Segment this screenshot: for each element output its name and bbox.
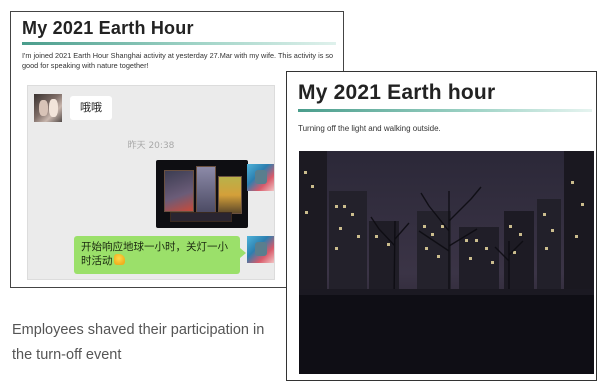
title-underline: [298, 109, 592, 112]
image-caption: Employees shaved their participation in …: [12, 322, 265, 363]
incoming-message-bubble: 哦哦: [70, 96, 112, 120]
chat-timestamp: 昨天 20:38: [127, 141, 175, 151]
outgoing-message-text: 开始响应地球一小时，关灯一小时活动: [81, 241, 228, 267]
thumbs-up-emoji-icon: [113, 254, 125, 265]
photo-message-thumbnail: [156, 160, 248, 228]
user-avatar: [247, 164, 274, 191]
title-underline: [22, 42, 336, 45]
post-description: Turning off the light and walking outsid…: [298, 124, 441, 133]
contact-avatar: [34, 94, 62, 122]
earth-hour-post-card-right: My 2021 Earth hour Turning off the light…: [286, 71, 597, 381]
post-title: My 2021 Earth hour: [298, 81, 496, 104]
user-avatar: [247, 236, 274, 263]
post-title: My 2021 Earth Hour: [22, 18, 194, 38]
post-description: I'm joined 2021 Earth Hour Shanghai acti…: [22, 51, 334, 70]
chat-screenshot: 哦哦 昨天 20:38 开始响应地球一小时，关灯一小时活动: [27, 85, 275, 280]
night-cityscape-photo: [299, 151, 594, 374]
outgoing-message-bubble: 开始响应地球一小时，关灯一小时活动: [74, 236, 246, 274]
